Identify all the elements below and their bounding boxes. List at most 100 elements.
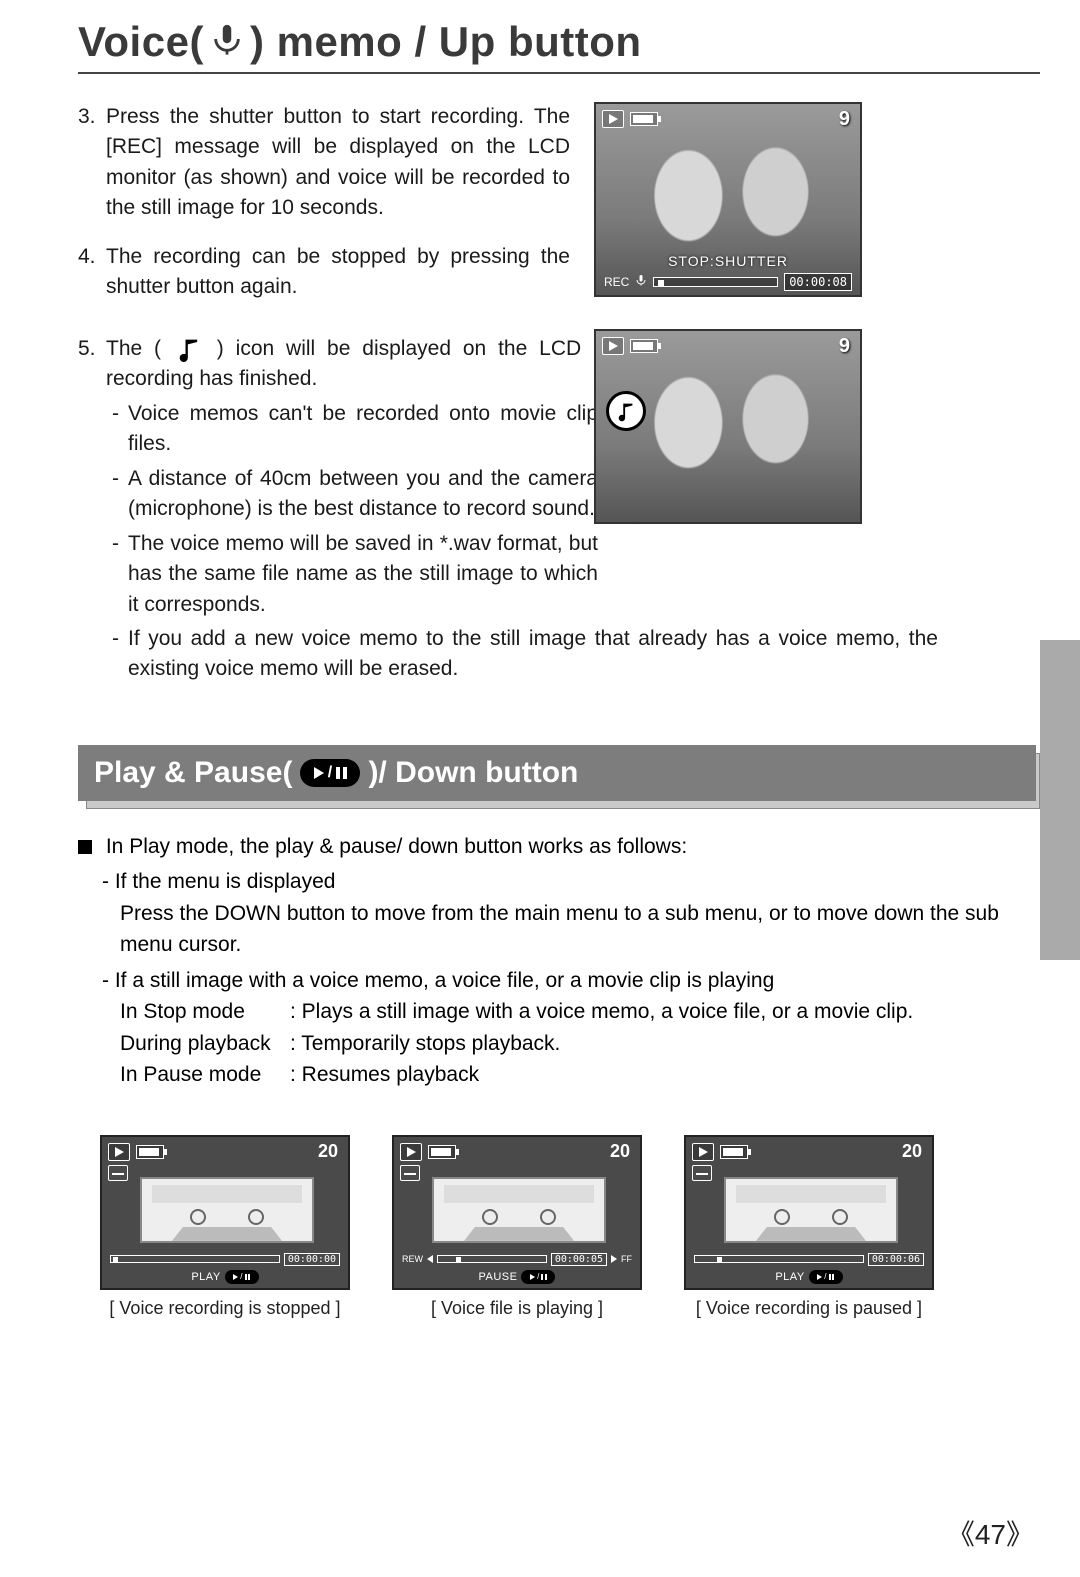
lcd-paused-wrap: 20 00:00:06 PLAY / [ Voice recording is … — [684, 1135, 934, 1319]
lcd-column: 9 STOP:SHUTTER REC 00:00:08 — [594, 102, 862, 524]
progress-bar — [437, 1255, 547, 1263]
lcd-paused-screen: 20 00:00:06 PLAY / — [684, 1135, 934, 1290]
page-number: 《47》 — [947, 1513, 1034, 1553]
play-mode-icon — [108, 1143, 130, 1161]
page-title: Voice( ) memo / Up button — [78, 18, 1040, 66]
mode-line-playback: During playback : Temporarily stops play… — [78, 1028, 1020, 1060]
play-label: PLAY — [775, 1271, 804, 1283]
step-number: 4. — [78, 242, 106, 303]
microphone-icon — [210, 18, 244, 66]
lcd-playing-wrap: 20 REW 00:00:05 FF PAUSE — [392, 1135, 642, 1319]
rec-progress-bar — [653, 277, 778, 287]
lcd-frame-count: 9 — [839, 108, 850, 131]
play-pause-icon: / — [809, 1270, 843, 1284]
cassette-icon — [140, 1177, 314, 1243]
progress-row: 00:00:06 — [694, 1253, 924, 1266]
lcd-caption: [ Voice file is playing ] — [431, 1298, 603, 1319]
progress-row: 00:00:00 — [110, 1253, 340, 1266]
voice-memo-icon — [606, 391, 646, 431]
play-mode-icon — [602, 337, 624, 355]
music-note-icon — [175, 335, 203, 363]
lcd-recording-screen: 9 STOP:SHUTTER REC 00:00:08 — [594, 102, 862, 297]
time-display: 00:00:05 — [551, 1253, 607, 1266]
play-label: PLAY — [191, 1271, 220, 1283]
time-display: 00:00:06 — [868, 1253, 924, 1266]
step5-text-a: The ( — [106, 337, 161, 360]
lcd-frame-count: 9 — [839, 335, 850, 358]
lcd-playing-screen: 20 REW 00:00:05 FF PAUSE — [392, 1135, 642, 1290]
progress-bar — [694, 1255, 864, 1263]
battery-icon — [630, 112, 658, 126]
mode-line-pause: In Pause mode : Resumes playback — [78, 1059, 1020, 1091]
note-item: -A distance of 40cm between you and the … — [112, 464, 598, 525]
speaker-icon — [108, 1165, 128, 1181]
rewind-arrow-icon — [427, 1255, 433, 1263]
title-text-a: Voice( — [78, 18, 204, 66]
step-4: 4. The recording can be stopped by press… — [78, 242, 570, 303]
step-text: Press the shutter button to start record… — [106, 102, 570, 224]
battery-icon — [136, 1145, 164, 1159]
play-pause-icon: / — [225, 1270, 259, 1284]
section-title-a: Play & Pause( — [94, 756, 292, 790]
section2-body: In Play mode, the play & pause/ down but… — [78, 831, 1020, 1091]
square-bullet-icon — [78, 840, 92, 854]
side-tab — [1040, 640, 1080, 960]
play-pause-icon: / — [300, 759, 360, 787]
lcd-stop-hint: STOP:SHUTTER — [596, 253, 860, 269]
battery-icon — [428, 1145, 456, 1159]
section-header-wrap: Play & Pause( / )/ Down button — [78, 745, 1038, 807]
menu-displayed-head: - If the menu is displayed — [78, 866, 1020, 898]
battery-icon — [630, 339, 658, 353]
time-display: 00:00:00 — [284, 1253, 340, 1266]
rec-time: 00:00:08 — [784, 273, 852, 291]
note-item: -If you add a new voice memo to the stil… — [112, 624, 938, 685]
bottom-row: PAUSE / — [400, 1270, 634, 1284]
note-item: -Voice memos can't be recorded onto movi… — [112, 399, 598, 460]
playing-head: - If a still image with a voice memo, a … — [78, 965, 1020, 997]
bottom-row: PLAY / — [108, 1270, 342, 1284]
play-pause-icon: / — [521, 1270, 555, 1284]
top-text-column: 3. Press the shutter button to start rec… — [78, 102, 570, 524]
play-mode-icon — [692, 1143, 714, 1161]
title-rule — [78, 72, 1040, 74]
note-item: -The voice memo will be saved in *.wav f… — [112, 529, 598, 620]
mode-line-stop: In Stop mode : Plays a still image with … — [78, 996, 1020, 1028]
lcd-rec-row: REC 00:00:08 — [604, 273, 852, 291]
cassette-icon — [724, 1177, 898, 1243]
menu-displayed-body: Press the DOWN button to move from the m… — [78, 898, 1020, 961]
manual-page: Voice( ) memo / Up button 3. Press the s… — [0, 0, 1080, 1577]
lcd-frame-count: 20 — [610, 1141, 630, 1162]
microphone-icon — [635, 274, 647, 290]
lcd-triplet-row: 20 00:00:00 PLAY / [ Voice recording is … — [100, 1135, 1040, 1319]
step5-notes-wide: -If you add a new voice memo to the stil… — [78, 624, 938, 685]
page-content: Voice( ) memo / Up button 3. Press the s… — [78, 18, 1040, 1319]
step5-notes: -Voice memos can't be recorded onto movi… — [78, 399, 598, 620]
lcd-stopped-screen: 20 00:00:00 PLAY / — [100, 1135, 350, 1290]
lcd-frame-count: 20 — [902, 1141, 922, 1162]
lcd-top-left-icons — [602, 110, 658, 128]
lcd-caption: [ Voice recording is stopped ] — [109, 1298, 340, 1319]
lcd-memo-saved-screen: 9 — [594, 329, 862, 524]
forward-arrow-icon — [611, 1255, 617, 1263]
section2-intro: In Play mode, the play & pause/ down but… — [78, 831, 1020, 863]
rew-label: REW — [402, 1254, 423, 1264]
progress-row: REW 00:00:05 FF — [402, 1253, 632, 1266]
lcd-caption: [ Voice recording is paused ] — [696, 1298, 922, 1319]
section-header: Play & Pause( / )/ Down button — [78, 745, 1036, 801]
speaker-icon — [400, 1165, 420, 1181]
step-3: 3. Press the shutter button to start rec… — [78, 102, 570, 224]
battery-icon — [720, 1145, 748, 1159]
step-text: The recording can be stopped by pressing… — [106, 242, 570, 303]
lcd-frame-count: 20 — [318, 1141, 338, 1162]
title-text-b: ) memo / Up button — [250, 18, 642, 66]
lcd-stopped-wrap: 20 00:00:00 PLAY / [ Voice recording is … — [100, 1135, 350, 1319]
rec-label: REC — [604, 275, 629, 289]
top-body-row: 3. Press the shutter button to start rec… — [78, 102, 1040, 524]
bottom-row: PLAY / — [692, 1270, 926, 1284]
step-number: 5. — [78, 334, 106, 395]
play-mode-icon — [400, 1143, 422, 1161]
lcd-top-left-icons — [602, 337, 658, 355]
step-number: 3. — [78, 102, 106, 224]
pause-label: PAUSE — [479, 1271, 518, 1283]
ff-label: FF — [621, 1254, 632, 1264]
